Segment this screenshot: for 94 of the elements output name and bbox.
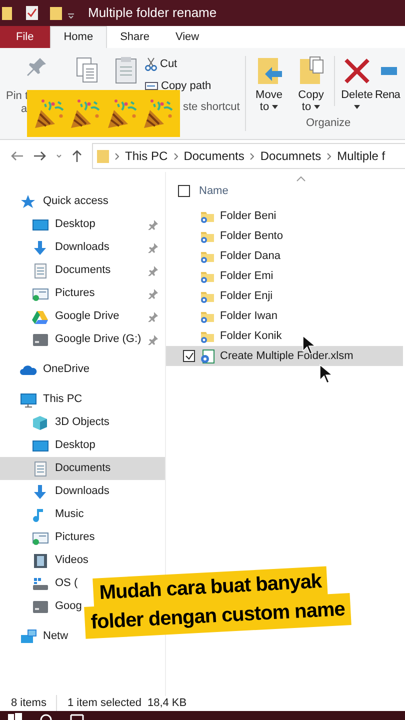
caret-icon	[272, 105, 278, 109]
file-row[interactable]: Folder Emi	[166, 266, 403, 286]
forward-icon[interactable]	[33, 150, 47, 162]
nav-item[interactable]: Downloads	[0, 236, 165, 259]
checkbox[interactable]	[178, 185, 190, 197]
window-title: Multiple folder rename	[88, 4, 217, 22]
back-icon[interactable]	[10, 150, 24, 162]
file-row[interactable]: Folder Dana	[166, 246, 403, 266]
party-popper-icon	[33, 98, 66, 130]
textbox-icon	[381, 67, 397, 75]
nav-item[interactable]: 3D Objects	[0, 411, 112, 434]
group-label: Organize	[306, 116, 352, 131]
scissors-icon[interactable]	[145, 57, 157, 72]
task-view-icon[interactable]	[70, 713, 84, 720]
picture-icon	[32, 530, 49, 546]
copy-icon[interactable]	[75, 56, 99, 84]
triangle-logo-icon	[32, 308, 49, 324]
status-text: 18,4 KB	[147, 696, 187, 711]
delete-button[interactable]: Delete	[339, 56, 375, 109]
rename-button[interactable]: Rena	[375, 56, 400, 101]
file-row[interactable]: Folder Beni	[166, 206, 403, 226]
sort-caret-icon[interactable]	[296, 176, 306, 182]
copy-path-button[interactable]: Copy path	[161, 78, 212, 94]
pin-label: a	[20, 103, 28, 116]
down-arrow-icon	[32, 240, 49, 256]
ribbon-tab[interactable]: Home	[50, 26, 108, 48]
checkbox[interactable]	[183, 350, 195, 362]
document-icon	[32, 460, 49, 476]
nav-item[interactable]: Documents	[0, 457, 165, 480]
down-arrow-icon	[32, 484, 49, 500]
address-bar[interactable]: This PC Documents Documnets Multiple f	[92, 143, 405, 169]
caret-icon	[314, 105, 320, 109]
breadcrumb-item[interactable]: Documents	[184, 147, 244, 165]
drive-icon	[32, 576, 49, 592]
party-popper-icon	[106, 98, 138, 130]
checklist-icon[interactable]	[25, 5, 39, 21]
nav-item[interactable]: Music	[0, 503, 87, 526]
monitor-icon	[20, 392, 37, 408]
spreadsheet-icon	[200, 348, 215, 364]
chevron-icon[interactable]	[327, 152, 332, 160]
nav-item[interactable]: Pictures	[0, 526, 98, 549]
nav-item[interactable]: Downloads	[0, 480, 112, 503]
file-row[interactable]: Create Multiple Folder.xlsm	[166, 346, 403, 366]
nav-item[interactable]: Desktop	[0, 434, 98, 457]
move-to-button[interactable]: Move to	[250, 56, 288, 113]
file-row[interactable]: Folder Enji	[166, 286, 403, 306]
file-row[interactable]: Folder Bento	[166, 226, 403, 246]
network-icon	[20, 628, 37, 644]
drive-icon	[32, 598, 49, 614]
copy-to-button[interactable]: Copy to	[292, 56, 330, 113]
paste-shortcut-button[interactable]: ste shortcut	[183, 99, 240, 116]
file-row[interactable]: Folder Konik	[166, 326, 403, 346]
search-icon[interactable]	[40, 713, 52, 720]
breadcrumb-item[interactable]: Documnets	[260, 147, 322, 165]
pointer-icon	[319, 364, 333, 384]
nav-item[interactable]: Documents	[0, 259, 165, 282]
party-popper-icon	[142, 98, 174, 130]
caret-icon	[354, 105, 360, 109]
up-icon[interactable]	[71, 149, 83, 163]
chevron-icon[interactable]	[250, 152, 254, 160]
close-icon	[344, 56, 370, 86]
monitor-icon	[32, 216, 49, 232]
status-text: 1 item selected	[67, 696, 142, 711]
clipboard-icon[interactable]	[115, 56, 137, 84]
nav-item[interactable]: This PC	[0, 388, 86, 411]
breadcrumb-item[interactable]: This PC	[125, 147, 168, 165]
check-icon	[184, 352, 194, 360]
chevron-icon[interactable]	[115, 152, 119, 160]
nav-item[interactable]: Google Drive (G:)	[0, 328, 165, 351]
nav-item[interactable]: OS (	[0, 572, 81, 595]
cut-button[interactable]: Cut	[160, 56, 178, 72]
breadcrumb-item[interactable]: Multiple f	[337, 147, 386, 165]
nav-item[interactable]: Pictures	[0, 282, 165, 305]
chevron-icon[interactable]	[174, 152, 178, 160]
picture-icon	[32, 286, 49, 302]
nav-item[interactable]: Netw	[0, 625, 72, 648]
windows-icon[interactable]	[8, 713, 22, 720]
nav-item[interactable]: Quick access	[0, 190, 112, 213]
nav-item[interactable]: Google Drive	[0, 305, 165, 328]
nav-item[interactable]: Videos	[0, 549, 92, 572]
name-column-header[interactable]: Name	[199, 182, 228, 200]
path-icon[interactable]	[145, 80, 158, 91]
document-icon	[32, 262, 49, 278]
file-tab[interactable]: File	[0, 26, 50, 48]
file-row[interactable]: Folder Iwan	[166, 306, 403, 326]
cube-icon	[32, 414, 49, 430]
nav-item[interactable]: Goog	[0, 595, 85, 618]
nav-item[interactable]: OneDrive	[0, 358, 92, 381]
nav-item[interactable]: Desktop	[0, 213, 165, 236]
star-icon	[20, 194, 37, 210]
film-icon	[32, 552, 49, 568]
drive-icon	[32, 332, 49, 348]
party-popper-icon	[69, 98, 102, 130]
monitor-icon	[32, 438, 49, 454]
